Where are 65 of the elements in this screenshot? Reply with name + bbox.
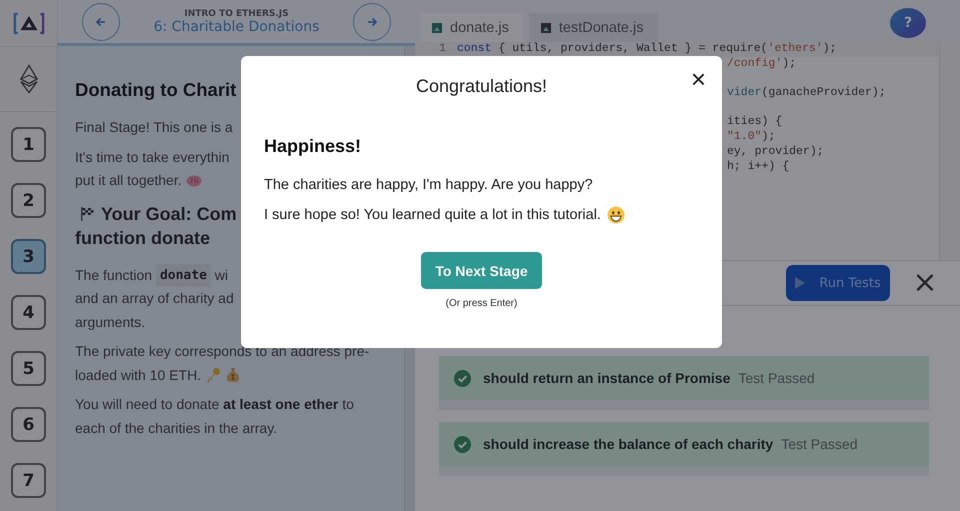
code-line: "1.0");	[726, 130, 776, 145]
paragraph-text: arguments.	[75, 312, 146, 332]
previous-button[interactable]	[82, 2, 120, 40]
paragraph-text: You will need to donate	[75, 395, 220, 414]
file-icon	[432, 22, 442, 32]
lesson-title: 6: Charitable Donations	[154, 18, 320, 34]
dialog-title: Congratulations!	[416, 76, 548, 96]
scrollbar[interactable]	[439, 466, 929, 476]
file-tab[interactable]: donate.js	[420, 13, 523, 42]
play-icon	[795, 277, 806, 289]
dialog-text: I sure hope so! You learned quite a lot in this tutorial.	[264, 207, 601, 223]
code-line: vider(ganacheProvider);	[726, 86, 886, 101]
close-button[interactable]: ×	[912, 268, 938, 298]
code-line: ey, provider);	[726, 144, 824, 160]
inline-code: donate	[156, 264, 211, 287]
code-line: /config');	[726, 56, 796, 72]
paragraph-text: to	[341, 395, 354, 414]
code-line: ities) {	[726, 115, 782, 130]
stage-button[interactable]: 1	[11, 127, 46, 162]
help-button[interactable]: ?	[890, 8, 926, 38]
paragraph-text: put it all together.	[75, 171, 182, 190]
arrow-left-icon	[95, 16, 107, 28]
stage-button[interactable]: 5	[11, 351, 46, 386]
stage-button[interactable]: 4	[11, 295, 46, 330]
brain-icon	[186, 172, 202, 189]
stage-button[interactable]: 6	[11, 407, 46, 442]
dialog-text: The charities are happy, I'm happy. Are you happy?	[264, 177, 593, 193]
next-button[interactable]	[352, 2, 391, 40]
stage-button[interactable]: 7	[11, 463, 46, 498]
test-status: Test Passed	[781, 436, 858, 452]
money-bag-icon	[225, 367, 242, 384]
course-title: INTRO TO ETHERS.JS	[184, 8, 289, 18]
paragraph-text: Final Stage! This one is a	[75, 118, 233, 137]
file-icon	[540, 22, 551, 32]
file-tab[interactable]: testDonate.js	[528, 13, 658, 42]
next-stage-button[interactable]: To Next Stage	[421, 252, 542, 289]
goal-heading: function donate	[75, 226, 210, 250]
ethereum-icon[interactable]	[20, 64, 38, 94]
test-name: should return an instance of Promise	[483, 370, 730, 386]
dialog-heading: Happiness!	[264, 136, 362, 157]
code-line: h; i++) {	[726, 160, 790, 174]
goal-heading: Your Goal: Com	[101, 202, 237, 226]
bold-text: at least one ether	[223, 395, 338, 414]
line-number: 1	[438, 42, 446, 57]
paragraph-text: loaded with 10 ETH.	[75, 366, 202, 384]
test-status: Test Passed	[738, 370, 815, 386]
lesson-heading: Donating to Charit	[75, 79, 238, 101]
paragraph-text: each of the charities in the array.	[75, 418, 278, 438]
paragraph-text: The function	[75, 266, 154, 284]
logo-icon[interactable]	[12, 12, 44, 34]
paragraph-text: It's time to take everythin	[75, 148, 230, 167]
test-name: should increase the balance of each charity	[483, 436, 774, 452]
checkered-flag-icon	[79, 206, 95, 222]
paragraph-text: wi	[214, 266, 228, 284]
arrow-right-icon	[366, 16, 378, 28]
close-button[interactable]: ×	[690, 66, 706, 92]
scrollbar[interactable]	[439, 400, 929, 410]
grinning-emoji-icon	[606, 206, 625, 224]
code-line: const { utils, providers, Wallet } = require('ethers');	[456, 42, 837, 57]
stage-button[interactable]: 3	[11, 239, 46, 274]
stage-button[interactable]: 2	[11, 183, 46, 218]
key-icon	[205, 367, 222, 384]
hint-text: (Or press Enter)	[446, 298, 518, 309]
paragraph-text: and an array of charity ad	[75, 289, 234, 308]
paragraph-text: The private key corresponds to an address pre-	[75, 342, 370, 361]
